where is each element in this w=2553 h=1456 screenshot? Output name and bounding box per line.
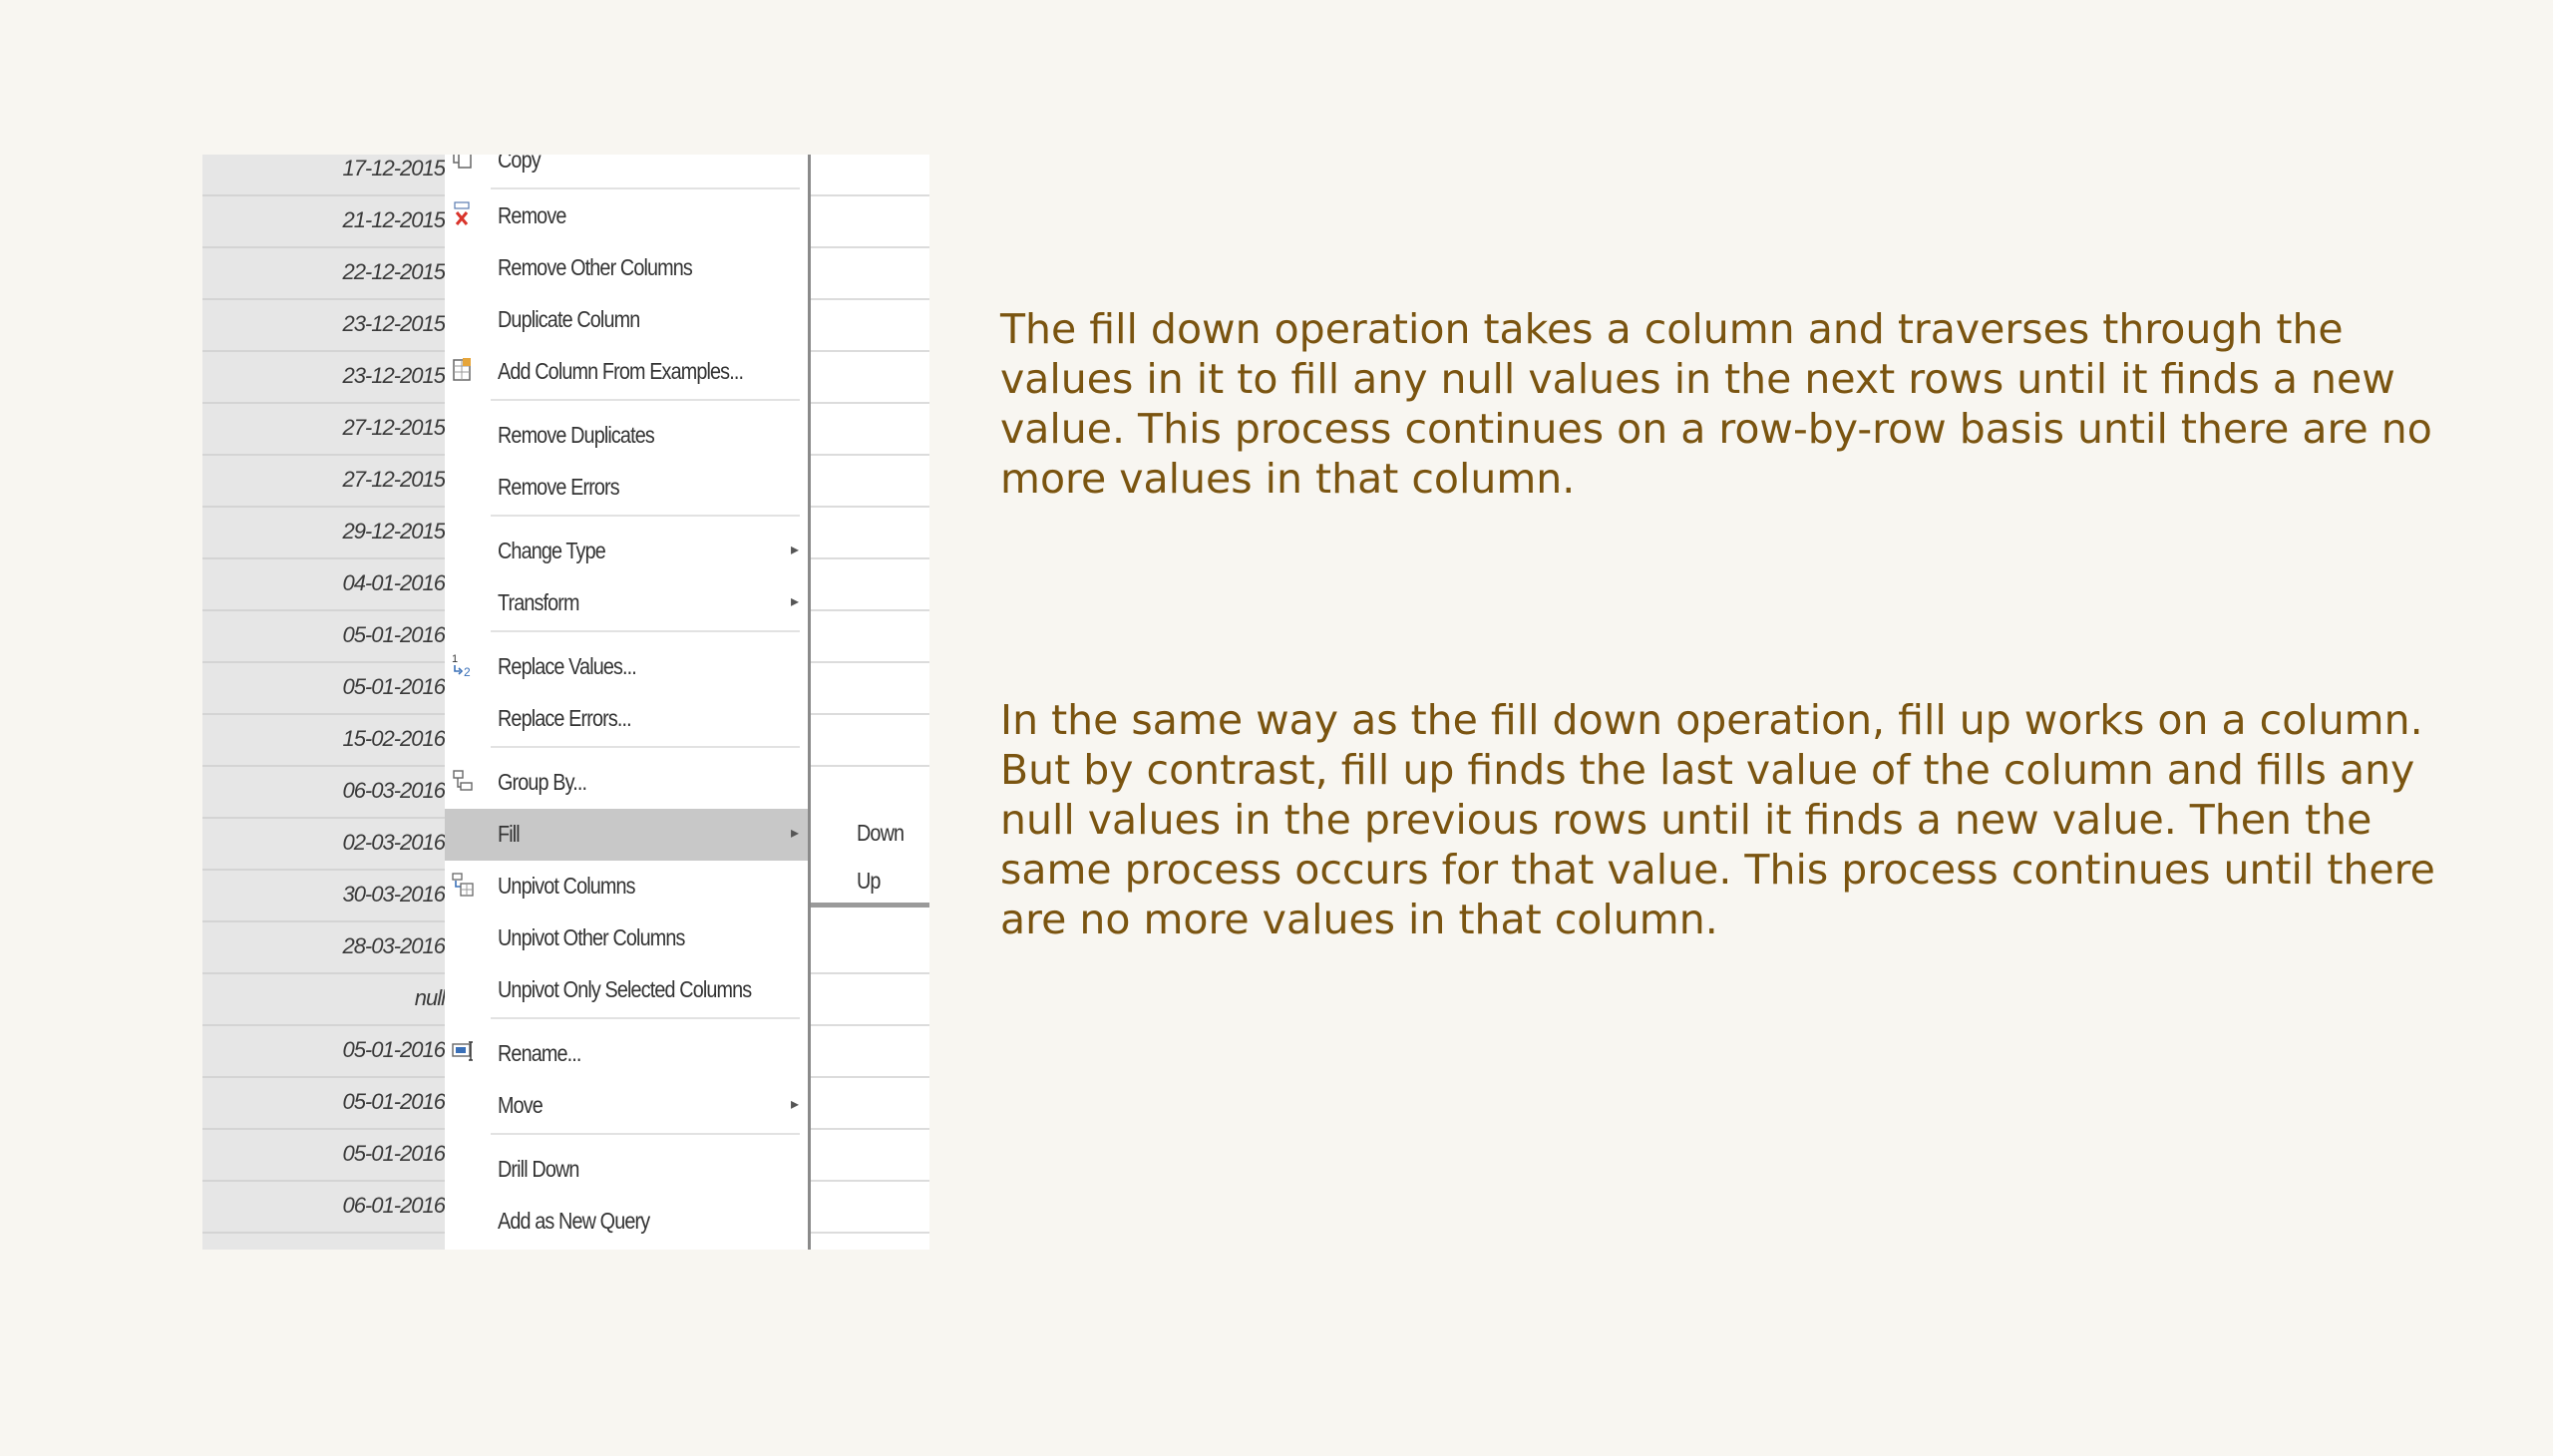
menu-item-unpivot-only-selected-columns[interactable]: Unpivot Only Selected Columns	[445, 964, 808, 1016]
menu-separator	[491, 630, 800, 632]
grid-cell[interactable]	[811, 974, 929, 1026]
grid-cell[interactable]: 28-03-2016	[202, 922, 445, 974]
grid-cell[interactable]	[811, 196, 929, 248]
grid-cell[interactable]: 04-01-2016	[202, 559, 445, 611]
rename-icon	[451, 1038, 475, 1066]
menu-item-replace-errors[interactable]: Replace Errors...	[445, 693, 808, 745]
grid-cell[interactable]: null	[202, 974, 445, 1026]
grid-cell[interactable]: 29-12-2015	[202, 508, 445, 559]
grid-cell[interactable]: 05-01-2016	[202, 1026, 445, 1078]
grid-cell[interactable]	[811, 300, 929, 352]
grid-cell[interactable]: 21-12-2015	[202, 196, 445, 248]
grid-cell[interactable]: 23-12-2015	[202, 352, 445, 404]
menu-item-remove-duplicates[interactable]: Remove Duplicates	[445, 410, 808, 462]
date-column: 17-12-2015 21-12-2015 22-12-2015 23-12-2…	[202, 155, 445, 1250]
fill-submenu: Down Up	[811, 808, 929, 908]
fill-up-explanation: In the same way as the fill down operati…	[1000, 696, 2435, 943]
submenu-item-up[interactable]: Up	[811, 856, 929, 904]
menu-separator	[491, 746, 800, 748]
grid-cell[interactable]	[811, 663, 929, 715]
grid-cell[interactable]: 27-12-2015	[202, 456, 445, 508]
grid-cell[interactable]: 05-01-2016	[202, 611, 445, 663]
grid-cell[interactable]: 06-03-2016	[202, 767, 445, 819]
menu-item-replace-values[interactable]: 12 Replace Values...	[445, 641, 808, 693]
grid-cell[interactable]: 22-12-2015	[202, 248, 445, 300]
grid-cell[interactable]	[811, 611, 929, 663]
fill-down-explanation: The fill down operation takes a column a…	[1000, 305, 2432, 503]
submenu-arrow-icon: ▸	[790, 542, 799, 558]
grid-cell[interactable]: 27-12-2015	[202, 404, 445, 456]
grid-cell[interactable]: 17-12-2015	[202, 155, 445, 196]
remove-x-icon	[451, 200, 475, 228]
menu-item-move[interactable]: Move ▸	[445, 1080, 808, 1132]
submenu-arrow-icon: ▸	[790, 1096, 799, 1113]
menu-item-duplicate-column[interactable]: Duplicate Column	[445, 294, 808, 346]
grid-cell[interactable]: 05-01-2016	[202, 1130, 445, 1182]
menu-separator	[491, 399, 800, 401]
grid-cell[interactable]	[811, 1182, 929, 1234]
submenu-arrow-icon: ▸	[790, 825, 799, 842]
menu-separator	[491, 1017, 800, 1019]
svg-text:1: 1	[452, 653, 458, 665]
grid-cell[interactable]: 23-12-2015	[202, 300, 445, 352]
menu-item-change-type[interactable]: Change Type ▸	[445, 526, 808, 577]
menu-item-group-by[interactable]: Group By...	[445, 757, 808, 809]
grid-cell[interactable]	[811, 404, 929, 456]
unpivot-icon	[451, 871, 475, 899]
menu-item-drill-down[interactable]: Drill Down	[445, 1144, 808, 1196]
menu-item-rename[interactable]: Rename...	[445, 1028, 808, 1080]
grid-cell[interactable]	[811, 456, 929, 508]
grid-cell[interactable]	[811, 922, 929, 974]
grid-cell[interactable]: 06-01-2016	[202, 1182, 445, 1234]
context-menu: Copy Remove Remove Other Columns Duplica…	[445, 155, 811, 1250]
menu-item-remove-other-columns[interactable]: Remove Other Columns	[445, 242, 808, 294]
adjacent-column	[811, 155, 929, 1250]
menu-item-fill[interactable]: Fill ▸	[445, 809, 808, 861]
menu-item-unpivot-columns[interactable]: Unpivot Columns	[445, 861, 808, 912]
grid-cell[interactable]: 15-02-2016	[202, 715, 445, 767]
menu-separator	[491, 187, 800, 189]
grid-cell[interactable]	[811, 1026, 929, 1078]
svg-text:2: 2	[464, 665, 471, 679]
group-by-icon	[451, 767, 475, 795]
menu-item-add-column-from-examples[interactable]: Add Column From Examples...	[445, 346, 808, 398]
menu-item-copy[interactable]: Copy	[445, 155, 808, 186]
submenu-item-down[interactable]: Down	[811, 808, 929, 856]
menu-item-add-as-new-query[interactable]: Add as New Query	[445, 1196, 808, 1248]
menu-item-transform[interactable]: Transform ▸	[445, 577, 808, 629]
grid-cell[interactable]	[811, 352, 929, 404]
menu-item-unpivot-other-columns[interactable]: Unpivot Other Columns	[445, 912, 808, 964]
add-column-icon	[451, 356, 475, 384]
submenu-arrow-icon: ▸	[790, 593, 799, 610]
grid-cell[interactable]	[811, 508, 929, 559]
grid-cell[interactable]	[811, 1078, 929, 1130]
power-query-screenshot: 17-12-2015 21-12-2015 22-12-2015 23-12-2…	[202, 155, 929, 1250]
menu-separator	[491, 1133, 800, 1135]
menu-separator	[491, 515, 800, 517]
menu-item-remove[interactable]: Remove	[445, 190, 808, 242]
grid-cell[interactable]: 05-01-2016	[202, 663, 445, 715]
grid-cell[interactable]	[811, 1130, 929, 1182]
replace-values-icon: 12	[451, 651, 475, 679]
grid-cell[interactable]	[811, 155, 929, 196]
grid-cell[interactable]: 02-03-2016	[202, 819, 445, 871]
grid-cell[interactable]	[811, 559, 929, 611]
grid-cell[interactable]: 05-01-2016	[202, 1078, 445, 1130]
grid-cell[interactable]	[811, 248, 929, 300]
grid-cell[interactable]	[811, 715, 929, 767]
grid-cell[interactable]: 30-03-2016	[202, 871, 445, 922]
copy-icon	[451, 155, 475, 173]
menu-item-remove-errors[interactable]: Remove Errors	[445, 462, 808, 514]
